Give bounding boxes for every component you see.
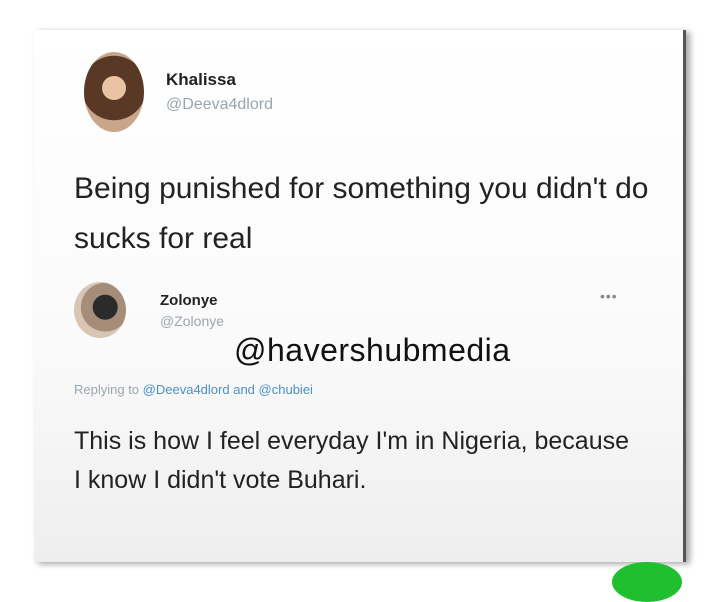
reply-text: This is how I feel everyday I'm in Niger… — [74, 427, 630, 494]
more-options-icon[interactable]: ••• — [600, 288, 618, 304]
watermark: @havershubmedia — [234, 332, 511, 368]
reply-author-name[interactable]: Zolonye — [160, 292, 224, 309]
author-handle[interactable]: @Deeva4dlord — [166, 96, 273, 114]
mention-link[interactable]: @chubiei — [259, 382, 313, 397]
reply-author-handle[interactable]: @Zolonye — [160, 313, 224, 329]
reply-author-block: Zolonye @Zolonye — [160, 292, 224, 329]
mention-link[interactable]: @Deeva4dlord — [143, 382, 230, 397]
author-name[interactable]: Khalissa — [166, 70, 273, 90]
replying-to-line: Replying to @Deeva4dlord and @chubiei — [74, 382, 313, 397]
avatar[interactable] — [74, 282, 126, 338]
replying-to-prefix: Replying to — [74, 382, 140, 397]
author-block: Khalissa @Deeva4dlord — [166, 70, 273, 114]
original-tweet-text: Being punished for something you didn't … — [74, 172, 649, 255]
avatar[interactable] — [84, 52, 144, 132]
mention-joiner: and — [233, 382, 255, 397]
original-tweet-header: Khalissa @Deeva4dlord — [84, 52, 273, 132]
reply-header: Zolonye @Zolonye — [74, 282, 224, 338]
tweet-screenshot-card: Khalissa @Deeva4dlord Being punished for… — [34, 30, 686, 562]
status-badge — [612, 562, 682, 602]
